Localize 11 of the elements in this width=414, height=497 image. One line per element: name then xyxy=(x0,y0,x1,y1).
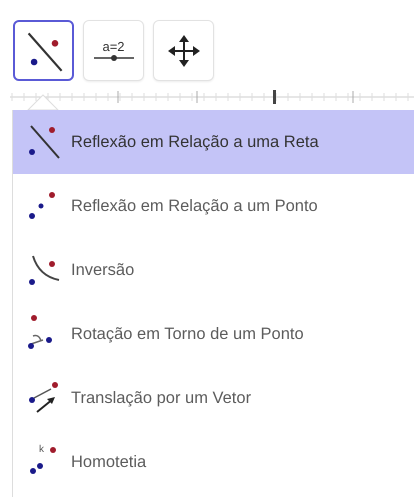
slider-icon xyxy=(94,54,134,62)
menu-item[interactable]: Reflexão em Relação a um Ponto xyxy=(13,174,414,238)
menu-item[interactable]: Reflexão em Relação a uma Reta xyxy=(13,110,414,174)
tool-button[interactable]: a=2 xyxy=(83,20,144,81)
menu-item[interactable]: Inversão xyxy=(13,238,414,302)
move-icon xyxy=(166,34,200,68)
menu-item[interactable]: Rotação em Torno de um Ponto xyxy=(13,302,414,366)
slider-label: a=2 xyxy=(102,40,125,54)
tool-button[interactable] xyxy=(13,20,74,81)
menu-item[interactable]: k Homotetia xyxy=(13,430,414,494)
menu-item[interactable]: Translação por um Vetor xyxy=(13,366,414,430)
